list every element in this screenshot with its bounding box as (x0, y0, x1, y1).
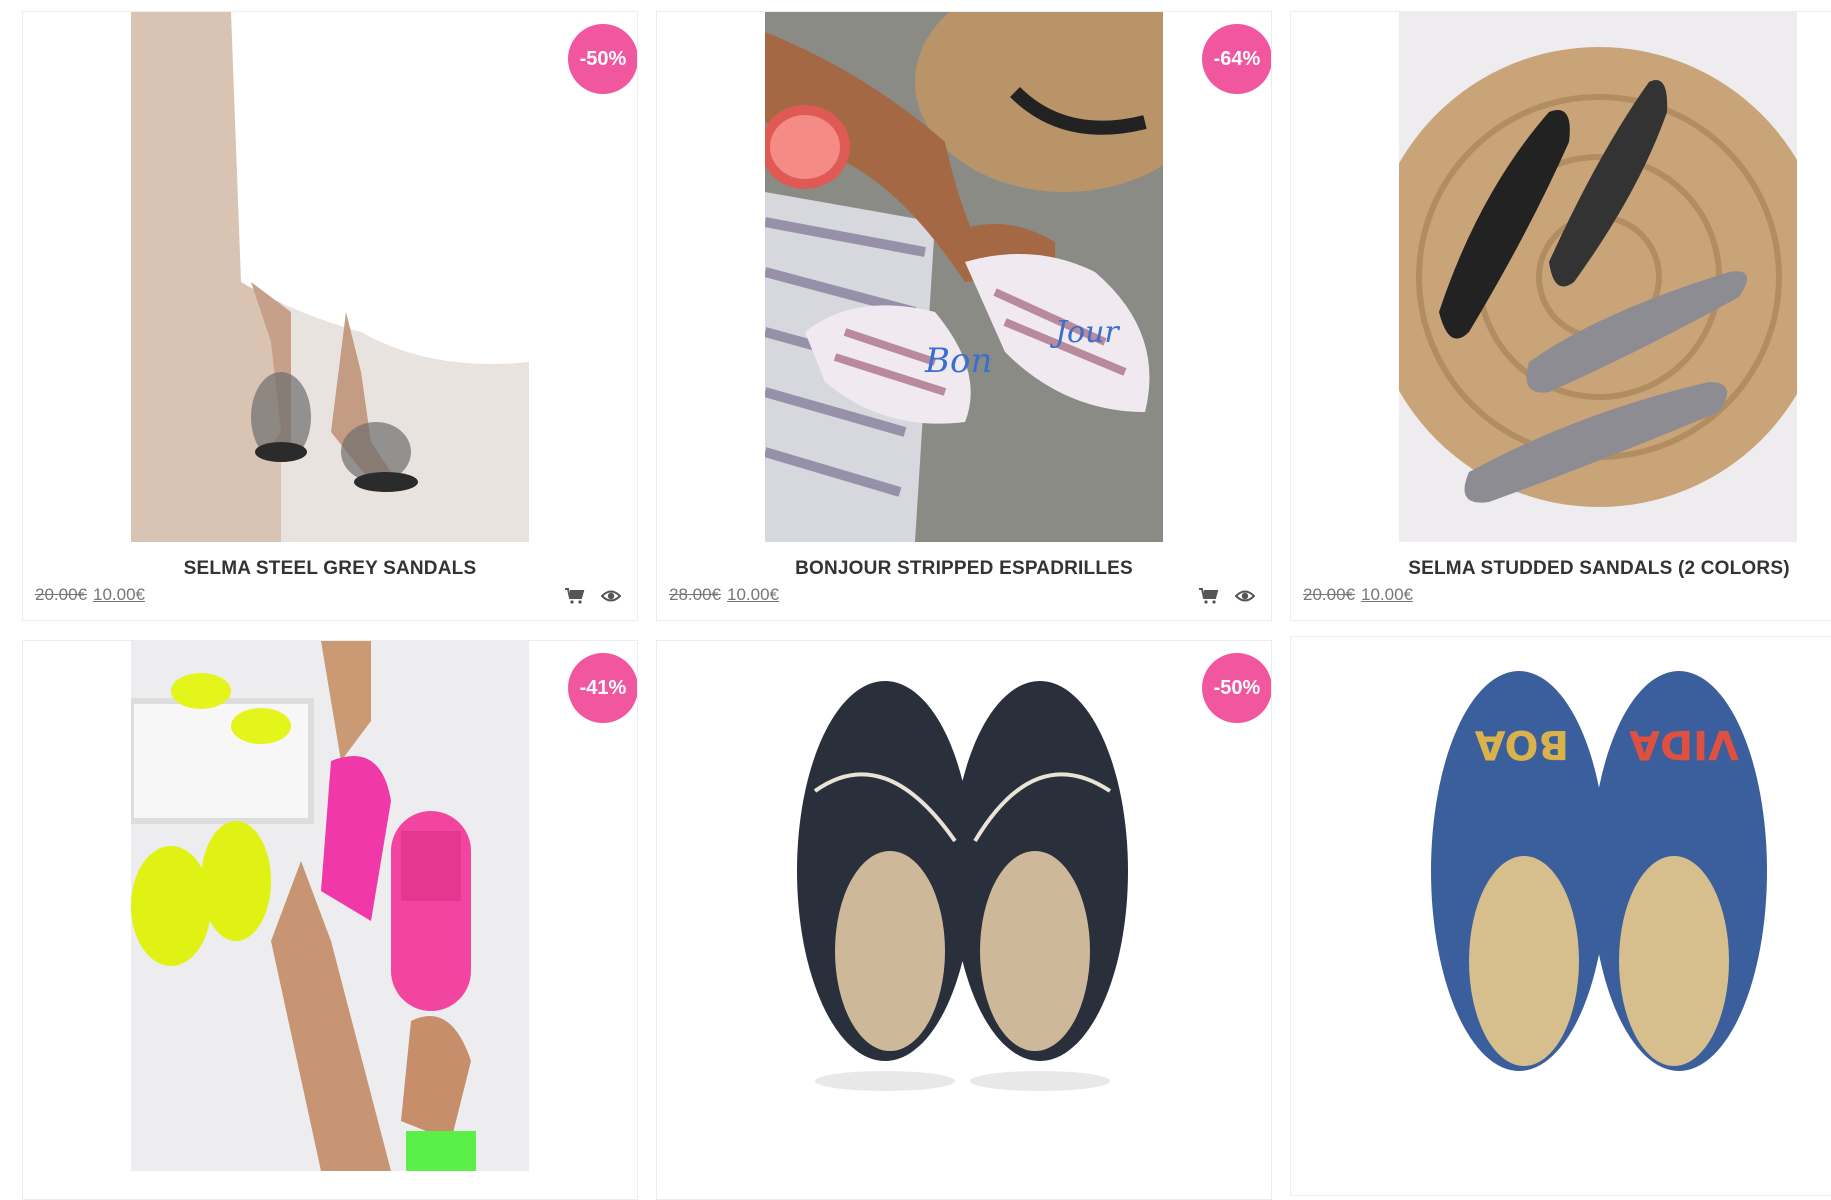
product-card: -50% SELMA STEEL GREY SANDALS 20.00€ 10.0… (22, 11, 638, 621)
old-price: 20.00€ (35, 585, 87, 604)
product-card: -50% (656, 640, 1272, 1200)
product-card: BOA VIDA (1290, 636, 1831, 1196)
product-price: 20.00€ 10.00€ (35, 585, 145, 605)
svg-text:Jour: Jour (1049, 315, 1120, 350)
cart-icon[interactable] (1199, 588, 1219, 604)
product-card: -41% (22, 640, 638, 1200)
product-title[interactable]: SELMA STUDDED SANDALS (2 COLORS) (1291, 558, 1831, 580)
old-price: 28.00€ (669, 585, 721, 604)
product-image-neon-slides[interactable] (131, 641, 529, 1171)
product-actions (1199, 588, 1255, 604)
product-title[interactable]: SELMA STEEL GREY SANDALS (23, 558, 637, 580)
discount-badge: -64% (1202, 24, 1271, 94)
new-price[interactable]: 10.00€ (727, 585, 779, 604)
product-image-selma-steel-grey[interactable] (131, 12, 529, 542)
old-price: 20.00€ (1303, 585, 1355, 604)
product-card: Bon Jour -64% BONJOUR STRIPPED ESPADRILL… (656, 11, 1272, 621)
product-price: 28.00€ 10.00€ (669, 585, 779, 605)
product-title[interactable]: BONJOUR STRIPPED ESPADRILLES (657, 558, 1271, 580)
product-image-navy-espadrilles[interactable] (765, 641, 1163, 1171)
discount-badge: -50% (568, 24, 637, 94)
svg-text:Bon: Bon (924, 341, 992, 381)
new-price[interactable]: 10.00€ (1361, 585, 1413, 604)
product-price: 20.00€ 10.00€ (1303, 585, 1413, 605)
product-card: SELMA STUDDED SANDALS (2 COLORS) 20.00€ 1… (1290, 11, 1831, 621)
svg-text:BOA: BOA (1475, 721, 1569, 767)
cart-icon[interactable] (565, 588, 585, 604)
eye-icon[interactable] (1235, 588, 1255, 604)
discount-badge: -50% (1202, 653, 1271, 723)
new-price[interactable]: 10.00€ (93, 585, 145, 604)
eye-icon[interactable] (601, 588, 621, 604)
svg-text:VIDA: VIDA (1629, 721, 1739, 767)
product-image-boa-vida-espadrilles[interactable]: BOA VIDA (1399, 641, 1797, 1171)
discount-badge: -41% (568, 653, 637, 723)
product-actions (565, 588, 621, 604)
product-image-selma-studded[interactable] (1399, 12, 1797, 542)
product-image-bonjour-espadrilles[interactable]: Bon Jour (765, 12, 1163, 542)
